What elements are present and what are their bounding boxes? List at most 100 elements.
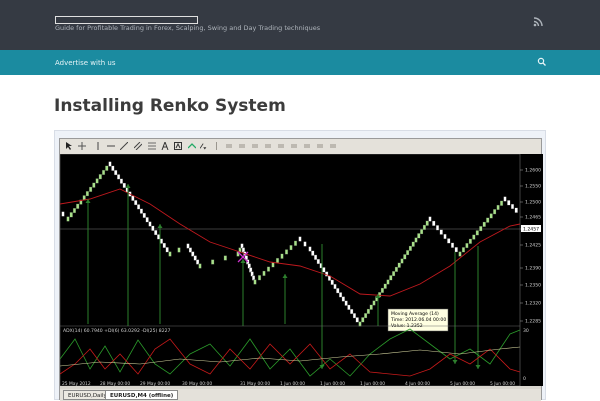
timeframe-m15-icon[interactable]	[251, 142, 259, 150]
renko-brick	[475, 230, 479, 236]
timeframe-mn-icon[interactable]	[329, 142, 337, 150]
renko-brick	[458, 251, 462, 257]
nav-advertise-link[interactable]: Advertise with us	[55, 59, 115, 67]
renko-brick	[92, 182, 96, 188]
renko-brick	[439, 229, 443, 235]
timeframe-d1-icon[interactable]	[303, 142, 311, 150]
renko-brick	[308, 246, 312, 252]
timeframe-h1-icon[interactable]	[277, 142, 285, 150]
timeframe-w1-icon[interactable]	[316, 142, 324, 150]
renko-brick	[134, 200, 138, 206]
renko-brick	[148, 221, 152, 227]
renko-brick	[486, 217, 490, 223]
current-price-label: 1.2457	[523, 227, 539, 233]
renko-brick	[344, 300, 348, 306]
site-logo[interactable]	[55, 16, 198, 24]
renko-brick	[142, 212, 146, 218]
price-label: 1.2285	[525, 319, 541, 325]
renko-brick	[311, 250, 315, 256]
renko-brick	[403, 254, 407, 260]
trendline-icon[interactable]	[120, 142, 128, 150]
renko-brick	[122, 182, 126, 188]
renko-brick	[330, 279, 334, 285]
price-label: 1.2320	[525, 301, 541, 307]
renko-chart[interactable]: 1.2600 1.2550 1.2500 1.2465 1.2457 1.2425 1.23…	[60, 154, 543, 386]
renko-brick	[380, 287, 384, 293]
date-label: 31 May 00:00	[240, 381, 270, 386]
indicator-scale-top: 30	[523, 328, 529, 334]
renko-brick	[489, 213, 493, 219]
date-label: 30 May 00:00	[182, 381, 212, 386]
renko-brick	[223, 255, 227, 261]
renko-brick	[165, 247, 169, 253]
renko-brick	[420, 229, 424, 235]
fibonacci-icon[interactable]	[148, 142, 156, 150]
renko-brick	[177, 247, 181, 253]
timeframe-h4-icon[interactable]	[290, 142, 298, 150]
text-label-icon[interactable]	[174, 142, 182, 150]
renko-brick	[355, 317, 359, 323]
renko-brick	[105, 165, 109, 171]
renko-brick	[293, 240, 298, 246]
renko-brick	[151, 225, 155, 231]
renko-brick	[400, 258, 404, 264]
renko-brick	[435, 225, 440, 231]
text-icon[interactable]	[161, 142, 169, 150]
site-tagline: Guide for Profitable Trading in Forex, S…	[55, 24, 321, 32]
renko-brick	[366, 308, 370, 314]
arrows-icon[interactable]	[188, 142, 196, 150]
renko-brick	[289, 245, 293, 251]
renko-brick	[389, 275, 393, 281]
search-icon[interactable]	[537, 57, 547, 67]
price-label: 1.2465	[525, 215, 541, 221]
horizontal-line-icon[interactable]	[107, 142, 115, 150]
tab-eurusd-offline[interactable]: EURUSD,M4 (offline)	[105, 390, 179, 400]
rss-icon[interactable]	[533, 17, 543, 27]
renko-brick	[168, 251, 172, 257]
chart-tabs: EURUSD,Daily EURUSD,M4 (offline)	[60, 389, 541, 401]
renko-brick	[364, 313, 368, 319]
renko-brick	[499, 200, 504, 206]
vertical-line-icon[interactable]	[94, 142, 102, 150]
timeframe-m1-icon[interactable]	[225, 142, 233, 150]
renko-brick	[266, 266, 271, 272]
renko-brick	[298, 236, 302, 242]
channel-icon[interactable]	[134, 142, 142, 150]
renko-brick	[425, 220, 429, 226]
renko-brick	[316, 258, 320, 265]
renko-brick	[361, 317, 365, 323]
renko-brick	[262, 270, 266, 276]
date-label: 5 Jun 00:00	[490, 381, 515, 386]
terminal-screenshot: 1.2600 1.2550 1.2500 1.2465 1.2457 1.2425 1.23…	[59, 138, 543, 401]
renko-brick	[303, 241, 307, 247]
renko-brick	[386, 279, 390, 285]
renko-brick	[383, 283, 387, 289]
renko-brick	[432, 220, 436, 226]
crosshair-icon[interactable]	[78, 142, 86, 150]
renko-brick	[406, 250, 410, 256]
renko-brick	[61, 211, 65, 217]
date-label: 29 May 00:00	[140, 381, 170, 386]
renko-brick	[352, 313, 356, 319]
renko-brick	[85, 191, 89, 197]
renko-brick	[369, 304, 373, 310]
chart-background	[60, 154, 543, 386]
renko-brick	[211, 259, 215, 265]
cursor-icon[interactable]	[65, 142, 73, 150]
renko-brick	[117, 174, 121, 180]
renko-brick	[111, 165, 115, 171]
date-label: 5 Jun 00:00	[450, 381, 475, 386]
renko-brick	[66, 216, 70, 222]
shapes-dropdown-icon[interactable]	[200, 142, 208, 150]
renko-brick	[72, 207, 77, 214]
renko-brick	[271, 262, 275, 268]
renko-brick	[101, 169, 106, 176]
indicator-header: ADX(14) 60.7940 +DI(6) 63.0292 -DI(25) 8…	[63, 328, 171, 334]
renko-brick	[450, 242, 455, 248]
renko-brick	[162, 242, 166, 248]
timeframe-m5-icon[interactable]	[238, 142, 246, 150]
timeframe-m30-icon[interactable]	[264, 142, 272, 150]
main-nav: Advertise with us	[0, 50, 600, 75]
renko-brick	[443, 233, 447, 240]
article-title: Installing Renko System	[54, 96, 286, 116]
